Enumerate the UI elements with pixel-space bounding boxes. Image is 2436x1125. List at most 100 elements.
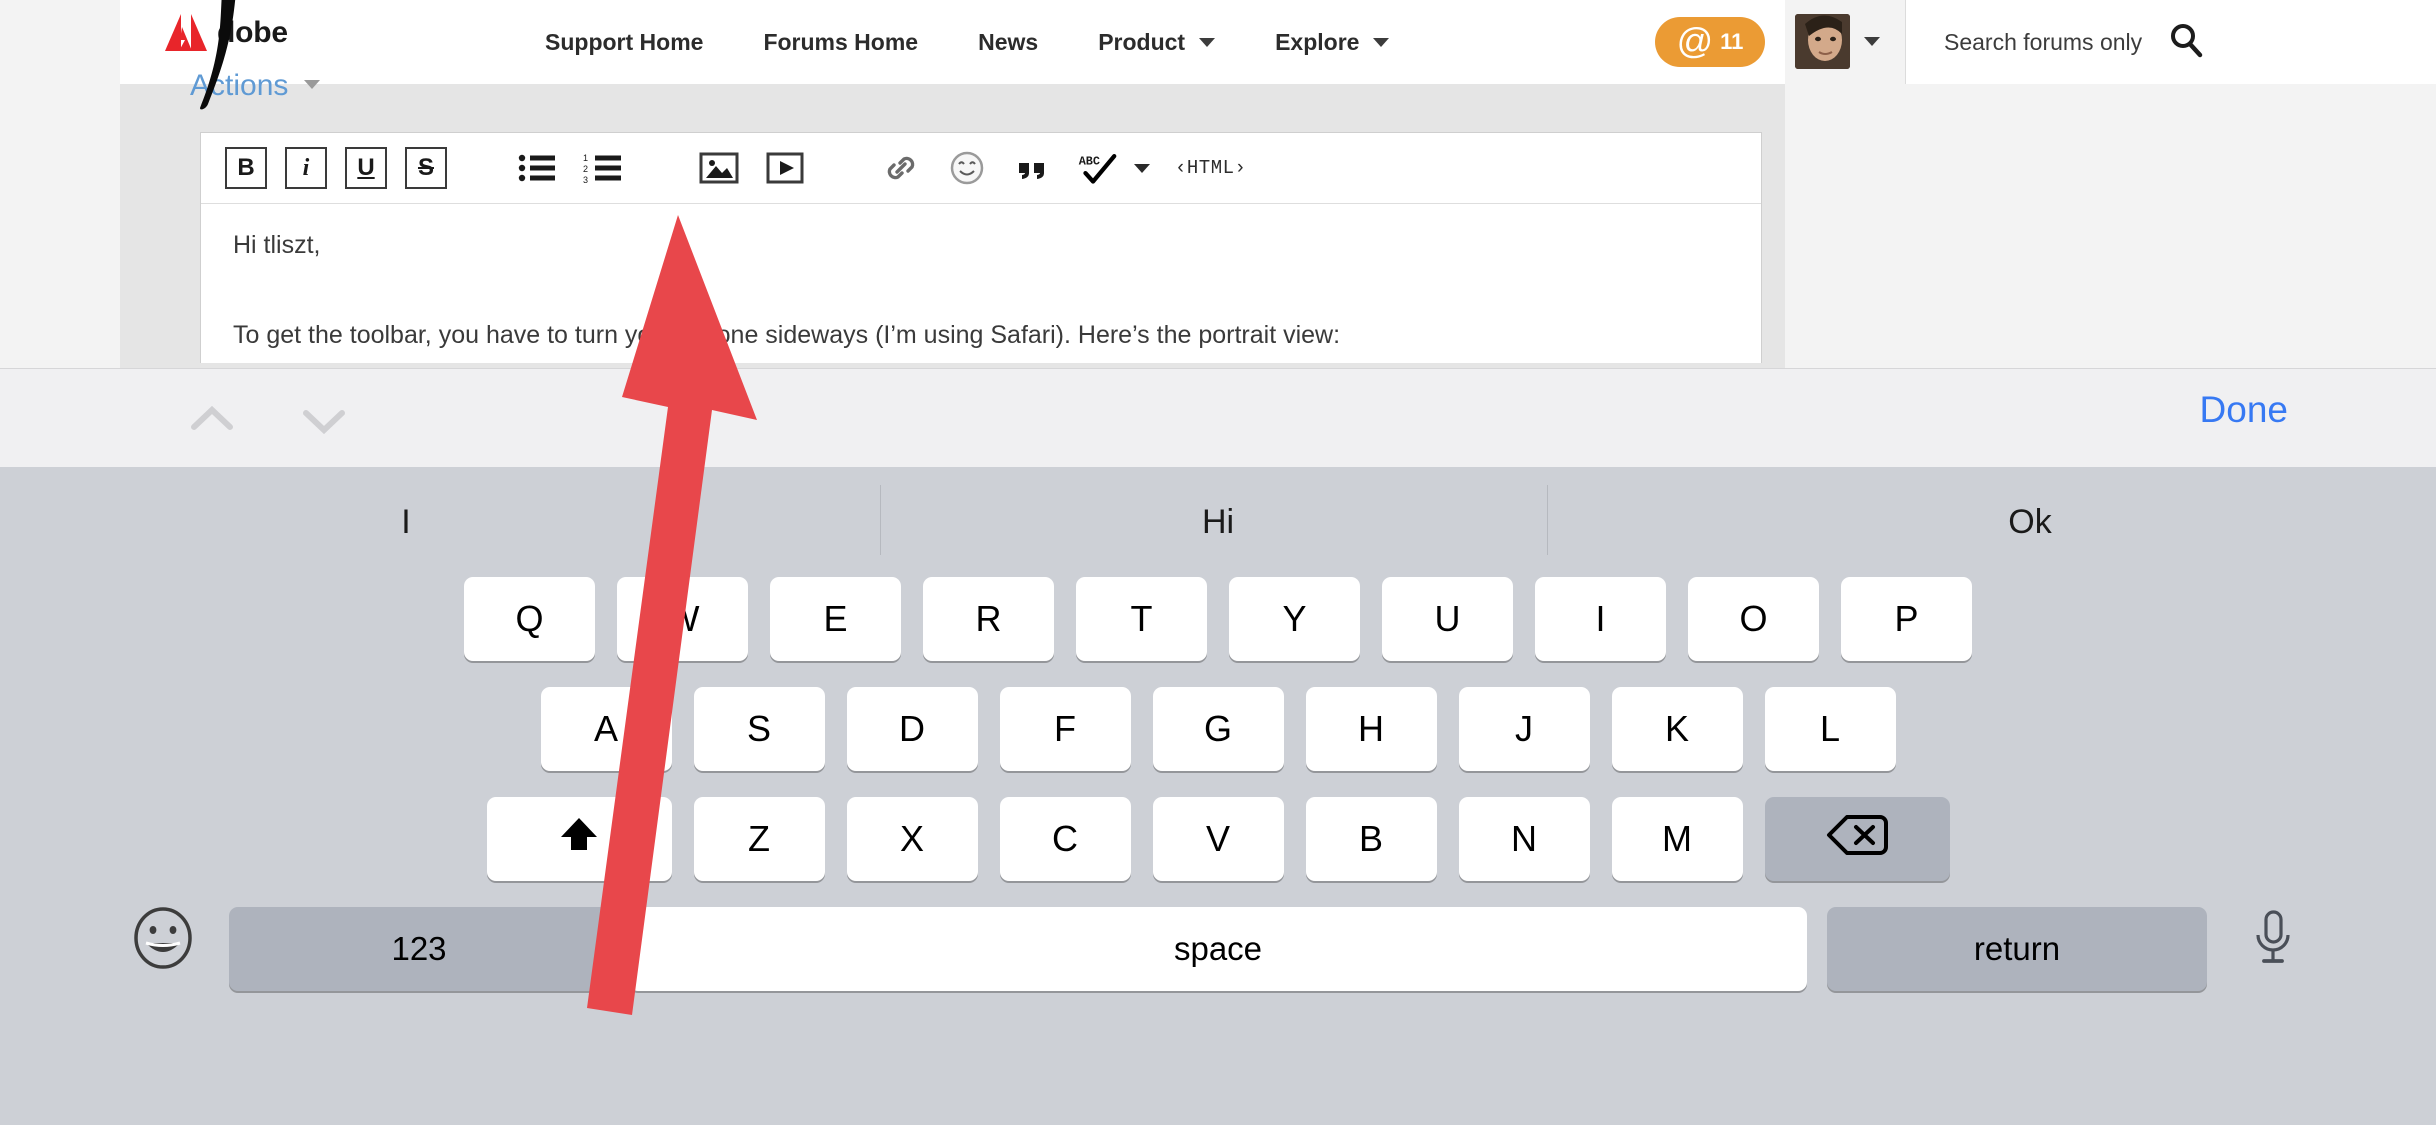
space-key[interactable]: space <box>629 907 1807 991</box>
svg-text:3: 3 <box>583 175 588 184</box>
mentions-count: 11 <box>1720 29 1744 54</box>
svg-text:1: 1 <box>583 153 588 163</box>
page-left-gutter <box>0 0 120 368</box>
insert-video-icon[interactable] <box>763 148 807 188</box>
numbered-list-icon[interactable]: 1 2 3 <box>581 148 625 188</box>
editor-toolbar: B i U S 1 2 3 ABC ‹HTML› <box>201 133 1761 204</box>
key-m[interactable]: M <box>1611 797 1743 881</box>
key-i[interactable]: I <box>1535 577 1666 661</box>
html-source-button[interactable]: ‹HTML› <box>1175 157 1246 179</box>
mentions-badge[interactable]: @ 11 <box>1655 17 1765 67</box>
key-c[interactable]: C <box>999 797 1131 881</box>
key-r[interactable]: R <box>923 577 1054 661</box>
chevron-down-icon[interactable] <box>297 393 351 447</box>
emoji-key[interactable] <box>117 907 209 974</box>
smiley-face-icon <box>132 907 194 974</box>
backspace-key[interactable] <box>1764 797 1950 881</box>
key-w[interactable]: W <box>617 577 748 661</box>
key-t[interactable]: T <box>1076 577 1207 661</box>
strikethrough-button[interactable]: S <box>405 147 447 189</box>
adobe-global-nav: dobe Support Home Forums Home News Produ… <box>120 0 2436 85</box>
body-line-1: Hi tliszt, <box>233 231 321 259</box>
search-forums-field[interactable]: Search forums only <box>1905 0 2436 84</box>
nav-label: Explore <box>1275 28 1360 55</box>
insert-image-icon[interactable] <box>697 148 741 188</box>
key-b[interactable]: B <box>1305 797 1437 881</box>
key-h[interactable]: H <box>1305 687 1437 771</box>
nav-label: Product <box>1098 28 1186 55</box>
nav-item-product[interactable]: Product <box>1068 0 1245 84</box>
adobe-brand[interactable]: dobe <box>165 14 288 52</box>
message-body[interactable]: Hi tliszt, To get the toolbar, you have … <box>201 204 1761 349</box>
nav-item-forums-home[interactable]: Forums Home <box>733 0 948 84</box>
body-line-2: To get the toolbar, you have to turn you… <box>233 320 1341 349</box>
key-d[interactable]: D <box>846 687 978 771</box>
nav-label: Forums Home <box>763 28 919 55</box>
prediction-item-2[interactable]: Hi <box>812 503 1624 542</box>
key-f[interactable]: F <box>999 687 1131 771</box>
keyboard-row-2: A S D F G H J K L <box>0 687 2436 771</box>
nav-item-support-home[interactable]: Support Home <box>515 0 733 84</box>
key-e[interactable]: E <box>770 577 901 661</box>
key-u[interactable]: U <box>1382 577 1513 661</box>
insert-emoji-icon[interactable] <box>945 148 989 188</box>
dictation-key[interactable] <box>2227 907 2319 974</box>
ios-keyboard: I Hi Ok Q W E R T Y U I O P A S D F G H … <box>0 467 2436 1125</box>
nav-item-explore[interactable]: Explore <box>1245 0 1419 84</box>
key-o[interactable]: O <box>1688 577 1819 661</box>
italic-button[interactable]: i <box>285 147 327 189</box>
key-a[interactable]: A <box>540 687 672 771</box>
adobe-wordmark: dobe <box>217 16 288 49</box>
avatar <box>1795 14 1850 69</box>
blockquote-icon[interactable] <box>1011 148 1055 188</box>
spellcheck-icon[interactable]: ABC <box>1077 148 1121 188</box>
reply-editor-card: B i U S 1 2 3 ABC ‹HTML› Hi tliszt, To g… <box>200 132 1762 363</box>
key-z[interactable]: Z <box>693 797 825 881</box>
key-n[interactable]: N <box>1458 797 1590 881</box>
at-sign-icon: @ <box>1676 19 1714 61</box>
adobe-logo-icon <box>165 14 207 52</box>
keyboard-accessory-bar: Done <box>0 368 2436 469</box>
search-placeholder: Search forums only <box>1944 28 2143 55</box>
insert-link-icon[interactable] <box>879 148 923 188</box>
shift-up-arrow-icon <box>556 812 602 867</box>
key-q[interactable]: Q <box>464 577 595 661</box>
chevron-down-icon <box>304 80 321 89</box>
done-button[interactable]: Done <box>2200 389 2288 431</box>
key-j[interactable]: J <box>1458 687 1590 771</box>
key-l[interactable]: L <box>1764 687 1896 771</box>
prediction-item-1[interactable]: I <box>0 503 812 542</box>
numeric-key[interactable]: 123 <box>229 907 609 991</box>
actions-label: Actions <box>190 69 289 102</box>
bold-button[interactable]: B <box>225 147 267 189</box>
keyboard-row-1: Q W E R T Y U I O P <box>0 577 2436 661</box>
actions-menu[interactable]: Actions <box>190 69 321 103</box>
bullet-list-icon[interactable] <box>515 148 559 188</box>
prediction-divider <box>1547 485 1548 555</box>
key-s[interactable]: S <box>693 687 825 771</box>
spellcheck-dropdown-icon[interactable] <box>1129 148 1155 188</box>
backspace-delete-icon <box>1826 813 1888 866</box>
return-key[interactable]: return <box>1827 907 2207 991</box>
chevron-down-icon <box>1864 37 1880 46</box>
nav-label: Support Home <box>545 28 704 55</box>
account-menu[interactable] <box>1795 14 1880 69</box>
predictive-text-bar: I Hi Ok <box>0 467 2436 577</box>
key-v[interactable]: V <box>1152 797 1284 881</box>
prediction-item-3[interactable]: Ok <box>1624 503 2436 542</box>
key-y[interactable]: Y <box>1229 577 1360 661</box>
keyboard-row-4: 123 space return <box>0 907 2436 991</box>
key-k[interactable]: K <box>1611 687 1743 771</box>
key-g[interactable]: G <box>1152 687 1284 771</box>
nav-links: Support Home Forums Home News Product Ex… <box>515 0 1419 84</box>
svg-text:ABC: ABC <box>1079 155 1100 169</box>
shift-key[interactable] <box>486 797 672 881</box>
key-x[interactable]: X <box>846 797 978 881</box>
underline-button[interactable]: U <box>345 147 387 189</box>
chevron-up-icon[interactable] <box>185 393 239 447</box>
key-p[interactable]: P <box>1841 577 1972 661</box>
microphone-icon <box>2249 907 2297 974</box>
nav-item-news[interactable]: News <box>948 0 1068 84</box>
keyboard-row-3: Z X C V B N M <box>0 797 2436 881</box>
search-icon[interactable] <box>2168 22 2204 63</box>
